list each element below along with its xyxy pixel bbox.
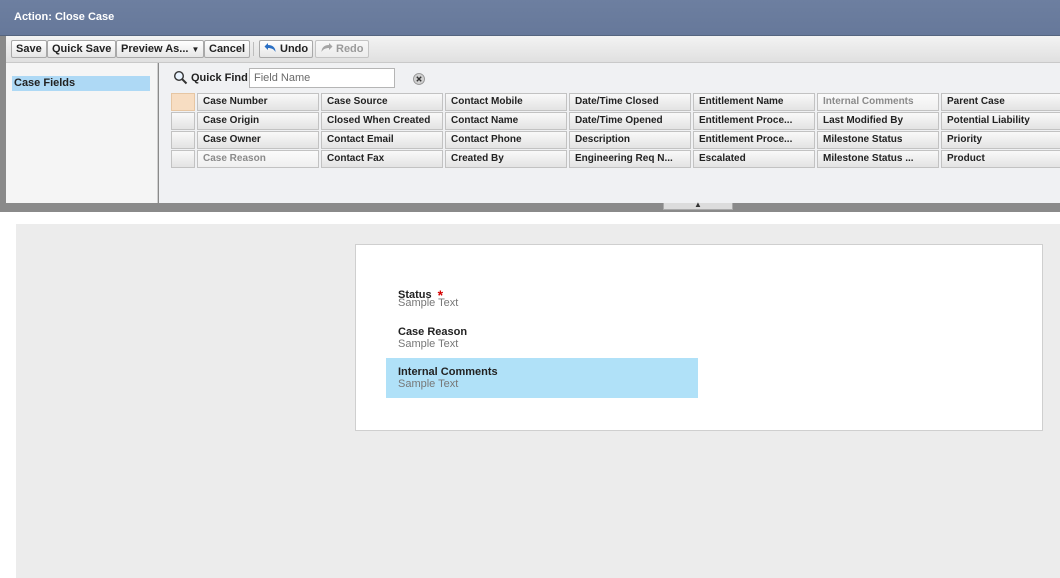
quick-save-label: Quick Save	[52, 43, 112, 55]
field-description[interactable]: Description	[569, 131, 691, 149]
chevron-up-icon: ▲	[694, 200, 702, 209]
layout-section: Status * Sample Text Case Reason Sample T…	[355, 244, 1043, 431]
category-case-fields[interactable]: Case Fields	[12, 76, 150, 91]
save-label: Save	[16, 43, 42, 55]
field-scroll-stub	[171, 131, 195, 149]
field-sample-value: Sample Text	[398, 378, 459, 390]
toolbar-divider	[253, 42, 254, 56]
field-last-modified-by[interactable]: Last Modified By	[817, 112, 939, 130]
field-product[interactable]: Product	[941, 150, 1060, 168]
field-entitlement-process[interactable]: Entitlement Proce...	[693, 112, 815, 130]
quick-find-label: Quick Find	[191, 72, 248, 84]
redo-icon	[321, 43, 333, 52]
save-button[interactable]: Save	[11, 40, 47, 58]
field-grid-panel: Quick Find Case Number Case Source Conta…	[159, 63, 1060, 203]
field-label: Internal Comments	[398, 366, 498, 378]
cancel-button[interactable]: Cancel	[204, 40, 251, 58]
field-case-owner[interactable]: Case Owner	[197, 131, 319, 149]
magnifier-icon	[173, 70, 188, 85]
layout-field-status[interactable]: Status * Sample Text	[386, 277, 698, 317]
field-contact-fax[interactable]: Contact Fax	[321, 150, 443, 168]
field-case-origin[interactable]: Case Origin	[197, 112, 319, 130]
cancel-label: Cancel	[209, 43, 246, 55]
category-list: Case Fields	[6, 63, 158, 203]
field-sample-value: Sample Text	[398, 338, 459, 350]
layout-field-internal-comments[interactable]: Internal Comments Sample Text	[386, 358, 698, 398]
field-label: Case Reason	[398, 326, 468, 338]
preview-as-label: Preview As...	[121, 43, 189, 55]
field-created-by[interactable]: Created By	[445, 150, 567, 168]
field-case-number[interactable]: Case Number	[197, 93, 319, 111]
quick-save-button[interactable]: Quick Save	[47, 40, 117, 58]
undo-button[interactable]: Undo	[259, 40, 314, 58]
field-scroll-stub	[171, 93, 195, 111]
toolbar: Save Quick Save Preview As... ▼ Cancel U…	[6, 36, 1060, 63]
redo-label: Redo	[336, 43, 364, 55]
field-contact-email[interactable]: Contact Email	[321, 131, 443, 149]
field-contact-mobile[interactable]: Contact Mobile	[445, 93, 567, 111]
field-milestone-status-2[interactable]: Milestone Status ...	[817, 150, 939, 168]
field-milestone-status[interactable]: Milestone Status	[817, 131, 939, 149]
field-engineering-req[interactable]: Engineering Req N...	[569, 150, 691, 168]
field-potential-liability[interactable]: Potential Liability	[941, 112, 1060, 130]
title-bar: Action: Close Case	[0, 0, 1060, 36]
field-escalated[interactable]: Escalated	[693, 150, 815, 168]
collapse-palette-handle[interactable]: ▲	[663, 200, 733, 210]
field-palette: Save Quick Save Preview As... ▼ Cancel U…	[0, 36, 1060, 212]
field-date-time-opened[interactable]: Date/Time Opened	[569, 112, 691, 130]
field-internal-comments[interactable]: Internal Comments	[817, 93, 939, 111]
layout-canvas: Status * Sample Text Case Reason Sample T…	[16, 224, 1060, 578]
field-closed-when-created[interactable]: Closed When Created	[321, 112, 443, 130]
field-grid: Case Number Case Source Contact Mobile D…	[171, 93, 1060, 169]
field-sample-value: Sample Text	[398, 297, 459, 309]
redo-button[interactable]: Redo	[315, 40, 369, 58]
window-title: Action: Close Case	[14, 11, 115, 23]
field-case-reason[interactable]: Case Reason	[197, 150, 319, 168]
layout-field-case-reason[interactable]: Case Reason Sample Text	[386, 318, 698, 358]
field-parent-case[interactable]: Parent Case	[941, 93, 1060, 111]
field-scroll-stub	[171, 150, 195, 168]
field-priority[interactable]: Priority	[941, 131, 1060, 149]
field-contact-name[interactable]: Contact Name	[445, 112, 567, 130]
field-entitlement-process-2[interactable]: Entitlement Proce...	[693, 131, 815, 149]
undo-label: Undo	[280, 43, 309, 55]
field-entitlement-name[interactable]: Entitlement Name	[693, 93, 815, 111]
clear-search-icon[interactable]	[413, 73, 425, 85]
chevron-down-icon: ▼	[191, 45, 200, 54]
field-contact-phone[interactable]: Contact Phone	[445, 131, 567, 149]
field-scroll-stub	[171, 112, 195, 130]
quick-find-input[interactable]	[249, 68, 395, 88]
preview-as-button[interactable]: Preview As... ▼	[116, 40, 205, 58]
undo-icon	[264, 43, 276, 52]
field-date-time-closed[interactable]: Date/Time Closed	[569, 93, 691, 111]
field-case-source[interactable]: Case Source	[321, 93, 443, 111]
